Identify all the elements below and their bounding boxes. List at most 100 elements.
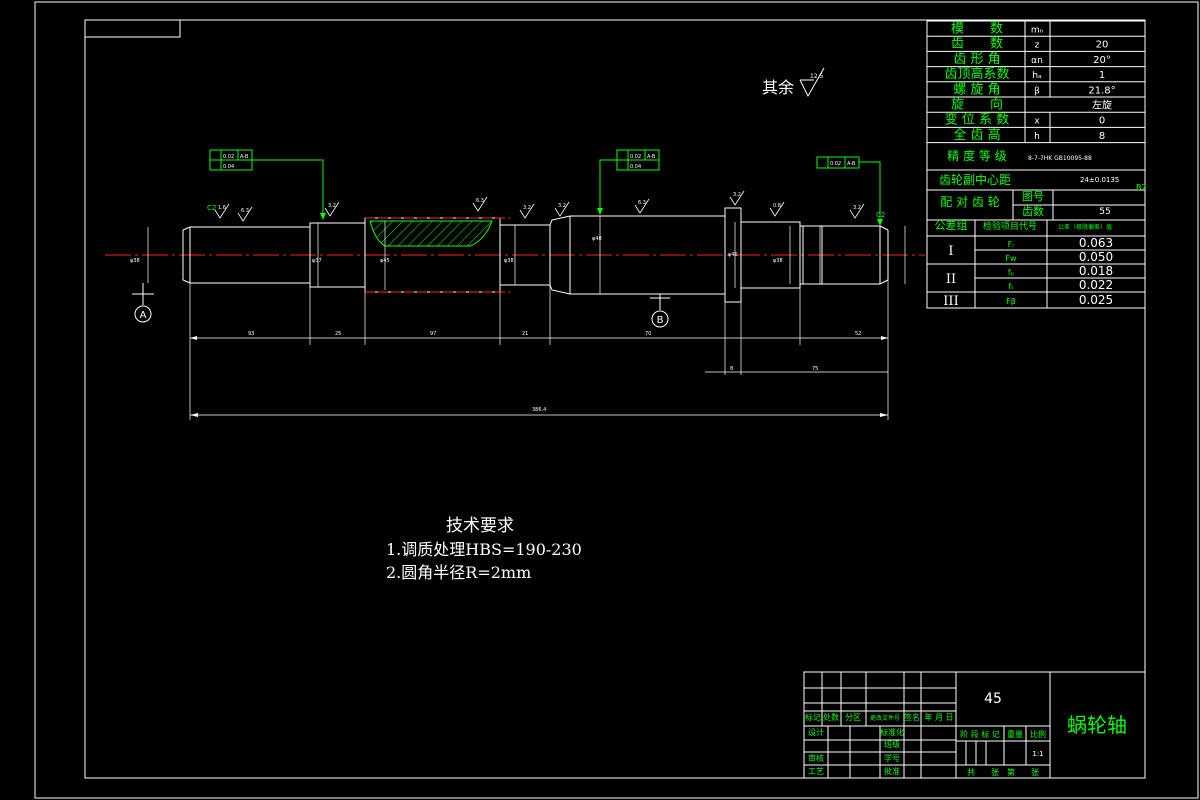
param-name: 变 位 系 数 bbox=[945, 112, 1009, 128]
param-symbol: h bbox=[1034, 132, 1040, 142]
length-8: 75 bbox=[812, 366, 818, 372]
length-3: 97 bbox=[430, 331, 436, 337]
diameter-1: φ38 bbox=[130, 258, 140, 264]
tol-item-code: fₚ bbox=[1008, 268, 1014, 277]
tb-standard: 标准化 bbox=[880, 727, 904, 737]
tol-item-value: 0.022 bbox=[1079, 278, 1113, 292]
technical-requirements: 技术要求 1.调质处理HBS=190-230 2.圆角半径R=2mm bbox=[386, 516, 582, 582]
datum-a-label: A bbox=[140, 310, 147, 321]
length-7: 52 bbox=[855, 331, 861, 337]
total-length: 386.4 bbox=[532, 407, 546, 413]
dimension-arrows bbox=[190, 336, 888, 417]
center-distance-label: 齿轮副中心距 bbox=[939, 172, 1011, 187]
tol-item-value: 0.018 bbox=[1079, 264, 1113, 278]
param-symbol: hₐ bbox=[1032, 71, 1041, 81]
header-item: 检验项目代号 bbox=[983, 220, 1037, 232]
roughness-value: 6.3 bbox=[476, 198, 484, 204]
tol-3-runout: 0.02 bbox=[830, 161, 841, 167]
roughness-value: 3.2 bbox=[523, 205, 531, 211]
tb-zone: 分区 bbox=[845, 713, 861, 722]
tol-group-label: III bbox=[943, 294, 958, 309]
tolerance-frame-1: 0.02 A-B 0.04 bbox=[209, 149, 326, 220]
tb-date: 年 月 日 bbox=[924, 712, 953, 722]
tol-2-datum: A-B bbox=[647, 154, 656, 160]
tb-count: 处数 bbox=[823, 712, 839, 722]
param-symbol: x bbox=[1034, 117, 1040, 127]
tb-weight: 重量 bbox=[1007, 729, 1023, 739]
param-value: 1 bbox=[1099, 70, 1105, 81]
roughness-value: 3.2 bbox=[733, 192, 741, 198]
surface-note-text: 其余 bbox=[762, 78, 794, 97]
param-symbol: z bbox=[1035, 41, 1040, 51]
param-name: 模 数 bbox=[951, 22, 1003, 37]
diameter-6: φ46 bbox=[728, 252, 738, 258]
tol-item-value: 0.050 bbox=[1079, 250, 1113, 264]
length-6: 8 bbox=[730, 366, 733, 372]
tb-approve: 批准 bbox=[884, 766, 900, 776]
teeth-label: 齿数 bbox=[1022, 205, 1044, 218]
roughness-value: 6.3 bbox=[638, 200, 646, 206]
accuracy-label: 精 度 等 级 bbox=[947, 148, 1006, 163]
tol-group-label: II bbox=[946, 272, 956, 287]
roughness-value: 0.8 bbox=[773, 203, 781, 209]
mating-gear-label: 配 对 齿 轮 bbox=[940, 195, 999, 209]
surface-roughness-note: 其余 12.5 bbox=[762, 67, 825, 98]
param-name: 旋 向 bbox=[951, 97, 1003, 113]
tb-stage-mark: 阶 段 标 记 bbox=[960, 729, 1000, 739]
tb-part-name: 蜗轮轴 bbox=[1067, 713, 1127, 737]
param-value: 20° bbox=[1093, 55, 1111, 66]
accuracy-value: 8-7-7HK GB10095-88 bbox=[1028, 155, 1092, 162]
roughness-marks: 1.6 6.3 3.2 6.3 3.2 3.2 6.3 3.2 0.8 3.2 bbox=[214, 190, 865, 222]
tb-student-no: 学号 bbox=[884, 753, 900, 763]
param-value: 21.8° bbox=[1088, 85, 1115, 96]
tech-line-1: 1.调质处理HBS=190-230 bbox=[386, 540, 582, 559]
tb-review: 审核 bbox=[808, 753, 824, 763]
center-distance-note: B2 bbox=[1136, 183, 1147, 192]
tb-sheets: 共 张 第 张 bbox=[967, 767, 1039, 777]
length-5: 70 bbox=[645, 331, 651, 337]
param-symbol: αn bbox=[1031, 56, 1043, 66]
chamfer-left: C2 bbox=[207, 204, 216, 212]
diameter-3: φ45 bbox=[380, 258, 390, 264]
tech-line-2: 2.圆角半径R=2mm bbox=[386, 563, 531, 582]
tol-item-code: fₜ bbox=[1008, 282, 1013, 291]
tb-scale: 比例 bbox=[1030, 729, 1046, 739]
roughness-value: 3.2 bbox=[328, 203, 336, 209]
tol-1-cyl: 0.04 bbox=[223, 164, 234, 170]
param-symbol: β bbox=[1034, 86, 1040, 96]
diameter-4: φ38 bbox=[504, 258, 514, 264]
center-distance-value: 24±0.0135 bbox=[1080, 176, 1119, 184]
roughness-value: 3.2 bbox=[558, 203, 566, 209]
tolerance-frame-2: 0.02 A-B 0.04 bbox=[597, 149, 660, 215]
param-symbol: mₙ bbox=[1031, 26, 1044, 36]
header-tolerance: 公差（极限偏差）值 bbox=[1058, 223, 1112, 231]
length-dimensions bbox=[189, 280, 889, 420]
datum-a: A bbox=[132, 283, 154, 323]
header-group: 公差组 bbox=[935, 218, 968, 232]
param-name: 螺 旋 角 bbox=[953, 82, 1000, 97]
diameter-2: φ37 bbox=[312, 258, 322, 264]
chamfer-right: C2 bbox=[876, 211, 885, 219]
tb-class: 班级 bbox=[884, 739, 900, 749]
tol-3-datum: A-B bbox=[847, 161, 856, 167]
tol-item-code: Fβ bbox=[1006, 297, 1016, 306]
tb-scale-value: 1:1 bbox=[1032, 750, 1043, 758]
tol-group-label: I bbox=[948, 244, 953, 259]
gear-parameter-table: 模 数 mₙ 齿 数 z 20 齿 形 角 αn 20° 齿顶高系数 hₐ 1 螺 旋 角 β 21.8°… bbox=[926, 20, 1147, 309]
param-name: 齿 数 bbox=[951, 37, 1003, 52]
roughness-value: 1.6 bbox=[218, 205, 226, 211]
tol-2-cyl: 0.04 bbox=[630, 164, 641, 170]
param-name: 全 齿 高 bbox=[953, 127, 1000, 143]
tech-title: 技术要求 bbox=[446, 516, 514, 536]
diameter-7: φ38 bbox=[773, 258, 783, 264]
tolerance-frame-3: 0.02 A-B bbox=[816, 156, 883, 226]
tol-1-runout: 0.02 bbox=[223, 154, 234, 160]
datum-b: B bbox=[650, 294, 670, 328]
cad-drawing: 模 数 mₙ 齿 数 z 20 齿 形 角 αn 20° 齿顶高系数 hₐ 1 螺 旋 角 β 21.8°… bbox=[34, 1, 1199, 799]
teeth-value: 55 bbox=[1099, 207, 1110, 217]
tb-process: 工艺 bbox=[808, 767, 824, 776]
tb-change-doc: 更改文件号 bbox=[870, 714, 900, 722]
tol-item-value: 0.025 bbox=[1079, 293, 1113, 307]
tol-2-runout: 0.02 bbox=[630, 154, 641, 160]
param-value: 8 bbox=[1099, 131, 1105, 142]
